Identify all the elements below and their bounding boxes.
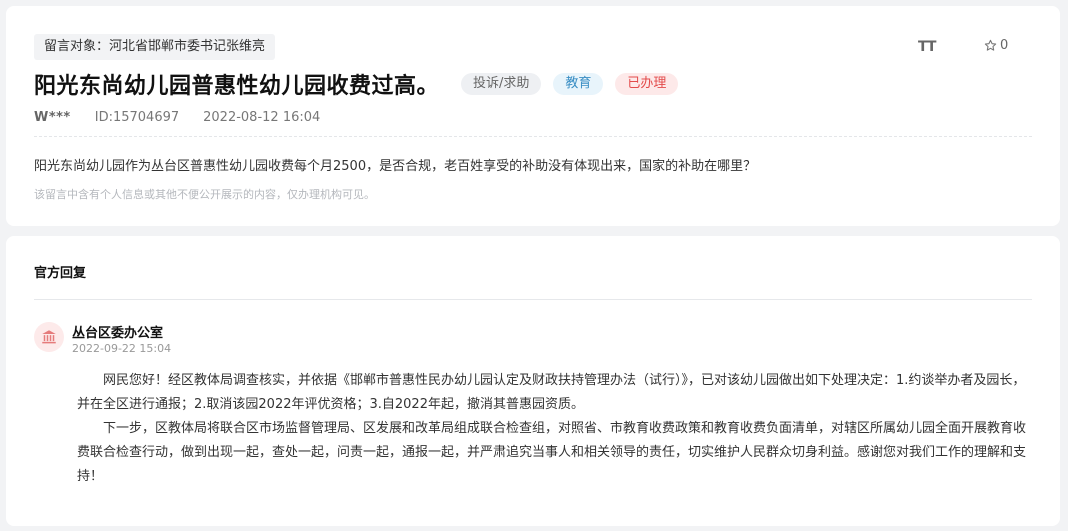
recipient-label: 留言对象：河北省邯郸市委书记张维亮 — [34, 34, 276, 60]
reply-date: 2022-09-22 15:04 — [72, 342, 172, 355]
status-badge: 已办理 — [615, 73, 679, 95]
reply-paragraph: 网民您好！经区教体局调查核实，并依据《邯郸市普惠性民办幼儿园认定及财政扶持管理办… — [77, 373, 1026, 412]
divider — [34, 299, 1032, 300]
message-meta: W*** ID:15704697 2022-08-12 16:04 — [34, 110, 320, 125]
message-card: 留言对象：河北省邯郸市委书记张维亮 TT 0 阳光东尚幼儿园普惠性幼儿园收费过高… — [6, 6, 1060, 226]
office-name: 丛台区委办公室 — [72, 326, 164, 341]
reply-body: 网民您好！经区教体局调查核实，并依据《邯郸市普惠性民办幼儿园认定及财政扶持管理办… — [77, 369, 1038, 489]
message-content: 阳光东尚幼儿园作为丛台区普惠性幼儿园收费每个月2500，是否合规，老百姓享受的补… — [34, 159, 757, 174]
title-row: 阳光东尚幼儿园普惠性幼儿园收费过高。 投诉/求助 教育 已办理 — [34, 68, 679, 100]
star-icon — [984, 39, 997, 51]
message-id: ID:15704697 — [94, 110, 180, 125]
reply-heading: 官方回复 — [34, 266, 87, 281]
divider — [34, 136, 1032, 137]
author-name: W*** — [34, 110, 71, 125]
star-count: 0 — [1000, 38, 1009, 53]
font-size-icon[interactable]: TT — [918, 39, 936, 55]
reply-card: 官方回复 丛台区委办公室 2022-09-22 15:04 网民您好！经区教体局… — [6, 236, 1060, 526]
avatar — [34, 322, 64, 352]
font-size-label: TT — [918, 39, 936, 55]
message-datetime: 2022-08-12 16:04 — [203, 110, 321, 125]
privacy-note: 该留言中含有个人信息或其他不便公开展示的内容，仅办理机构可见。 — [34, 188, 375, 201]
reply-paragraph: 下一步，区教体局将联合区市场监督管理局、区发展和改革局组成联合检查组，对照省、市… — [77, 421, 1027, 484]
type-tag: 投诉/求助 — [461, 73, 542, 95]
government-building-icon — [42, 330, 56, 344]
page-title: 阳光东尚幼儿园普惠性幼儿园收费过高。 — [34, 74, 440, 99]
category-tag: 教育 — [553, 73, 604, 95]
star-button[interactable]: 0 — [984, 38, 1008, 53]
